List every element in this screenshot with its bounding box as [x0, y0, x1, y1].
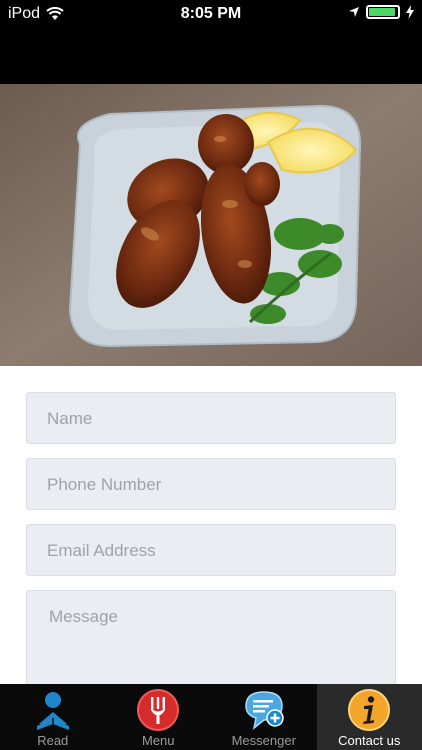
tab-bar: Read Menu Messenger Contact us	[0, 684, 422, 750]
battery-fill	[369, 8, 395, 16]
tab-contact-us[interactable]: Contact us	[316, 684, 422, 750]
message-textarea[interactable]: Message	[26, 590, 396, 684]
status-bar: iPod 8:05 PM	[0, 0, 422, 30]
tab-messenger-label: Messenger	[231, 733, 296, 748]
email-address-input[interactable]: Email Address	[26, 524, 396, 576]
tab-menu[interactable]: Menu	[106, 684, 212, 750]
tab-menu-label: Menu	[141, 733, 175, 748]
tab-messenger[interactable]: Messenger	[211, 684, 317, 750]
name-input[interactable]: Name	[26, 392, 396, 444]
info-icon	[348, 689, 391, 731]
navigation-header	[0, 30, 422, 84]
fork-icon	[137, 689, 180, 731]
contact-form: Name Phone Number Email Address Message	[0, 366, 422, 684]
chat-bubble-icon	[244, 691, 284, 730]
hero-food-image	[0, 84, 422, 366]
tab-read-label: Read	[37, 733, 69, 748]
chicken-wings-photo	[0, 84, 422, 366]
charging-bolt-icon	[406, 5, 414, 19]
tab-contact-us-label: Contact us	[338, 733, 401, 748]
battery-icon	[366, 5, 400, 19]
tab-read[interactable]: Read	[0, 684, 106, 750]
reader-icon	[36, 692, 69, 730]
status-right	[348, 5, 414, 19]
location-arrow-icon	[349, 7, 359, 17]
phone-number-input[interactable]: Phone Number	[26, 458, 396, 510]
